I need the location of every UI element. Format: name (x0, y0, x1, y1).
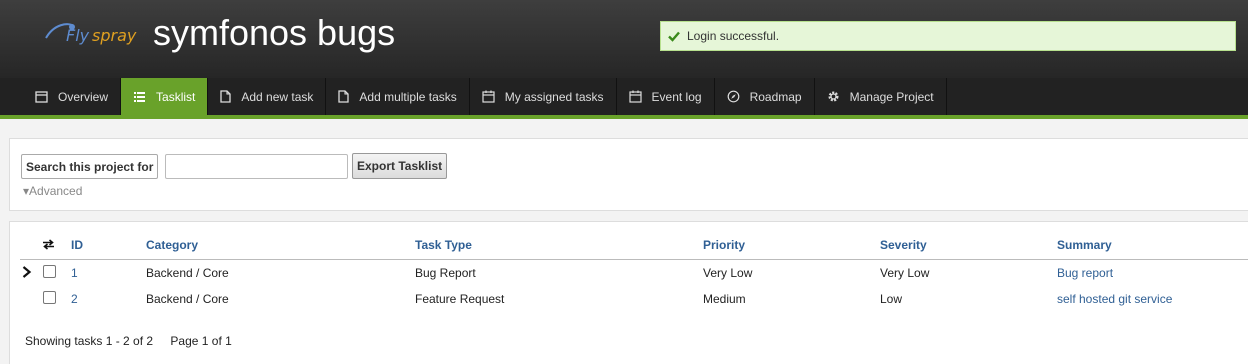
task-summary-link[interactable]: Bug report (1057, 266, 1113, 280)
compass-icon (727, 90, 739, 103)
task-severity: Low (880, 292, 903, 306)
logo-spray-text: spray (92, 26, 137, 45)
task-id-link[interactable]: 1 (71, 266, 78, 280)
advanced-toggle[interactable]: ▾Advanced (23, 184, 82, 198)
header: Fly spray symfonos bugs Login successful… (0, 0, 1248, 78)
gear-icon (828, 91, 839, 102)
task-severity: Very Low (880, 266, 930, 280)
flyspray-logo[interactable]: Fly spray (42, 16, 136, 52)
task-category: Backend / Core (146, 266, 229, 280)
calendar-icon (482, 90, 495, 103)
nav-add-new-task[interactable]: Add new task (208, 78, 327, 115)
column-header-severity[interactable]: Severity (880, 238, 927, 252)
task-priority: Very Low (703, 266, 753, 280)
nav-accent-bar (0, 115, 1248, 119)
flash-text: Login successful. (687, 29, 780, 43)
project-title[interactable]: symfonos bugs (153, 12, 395, 54)
column-header-id[interactable]: ID (71, 238, 83, 252)
search-panel: Search this project for Export Tasklist … (9, 138, 1248, 211)
showing-tasks-text: Showing tasks 1 - 2 of 2 (25, 334, 154, 348)
nav-roadmap-label: Roadmap (749, 89, 802, 104)
nav-manage-project[interactable]: Manage Project (815, 78, 947, 115)
column-header-summary[interactable]: Summary (1057, 238, 1112, 252)
row-checkbox[interactable] (43, 291, 56, 304)
calendar-icon (628, 90, 642, 103)
header-divider (20, 259, 1248, 260)
nav-tasklist-label: Tasklist (156, 89, 196, 104)
row-checkbox[interactable] (43, 265, 56, 278)
overview-icon (35, 90, 48, 103)
row-pointer-icon (22, 266, 32, 278)
nav-my-assigned-tasks-label: My assigned tasks (504, 89, 604, 104)
tasklist-table: ID Category Task Type Priority Severity … (9, 221, 1248, 364)
nav-add-new-task-label: Add new task (241, 89, 314, 104)
task-summary-link[interactable]: self hosted git service (1057, 292, 1172, 306)
file-icon (338, 90, 350, 103)
nav-event-log[interactable]: Event log (617, 78, 715, 115)
column-header-task-type[interactable]: Task Type (415, 238, 472, 252)
search-input[interactable] (165, 154, 348, 179)
export-tasklist-button[interactable]: Export Tasklist (352, 153, 448, 179)
nav-roadmap[interactable]: Roadmap (715, 78, 815, 115)
nav-tasklist[interactable]: Tasklist (121, 78, 209, 115)
column-header-category[interactable]: Category (146, 238, 198, 252)
task-type: Feature Request (415, 292, 505, 306)
task-priority: Medium (703, 292, 746, 306)
page-count-text: Page 1 of 1 (170, 334, 232, 348)
nav-add-multiple-tasks-label: Add multiple tasks (359, 89, 457, 104)
file-icon (220, 90, 232, 103)
nav-overview-label: Overview (58, 89, 109, 104)
nav-event-log-label: Event log (651, 89, 702, 104)
task-type: Bug Report (415, 266, 476, 280)
nav-add-multiple-tasks[interactable]: Add multiple tasks (326, 78, 470, 115)
flash-message[interactable]: Login successful. (660, 21, 1236, 51)
nav-manage-project-label: Manage Project (849, 89, 934, 104)
search-project-button[interactable]: Search this project for (21, 154, 159, 179)
task-category: Backend / Core (146, 292, 229, 306)
check-icon (668, 31, 680, 42)
nav-my-assigned-tasks[interactable]: My assigned tasks (470, 78, 617, 115)
toggle-select-icon[interactable] (42, 239, 55, 250)
logo-fly-text: Fly (66, 26, 90, 45)
pagination-info: Showing tasks 1 - 2 of 2 Page 1 of 1 (25, 334, 232, 348)
task-id-link[interactable]: 2 (71, 292, 78, 306)
nav-overview[interactable]: Overview (23, 78, 122, 115)
project-menu: Overview Tasklist Add new task Add multi… (0, 78, 1248, 119)
column-header-priority[interactable]: Priority (703, 238, 745, 252)
list-icon (134, 91, 146, 102)
